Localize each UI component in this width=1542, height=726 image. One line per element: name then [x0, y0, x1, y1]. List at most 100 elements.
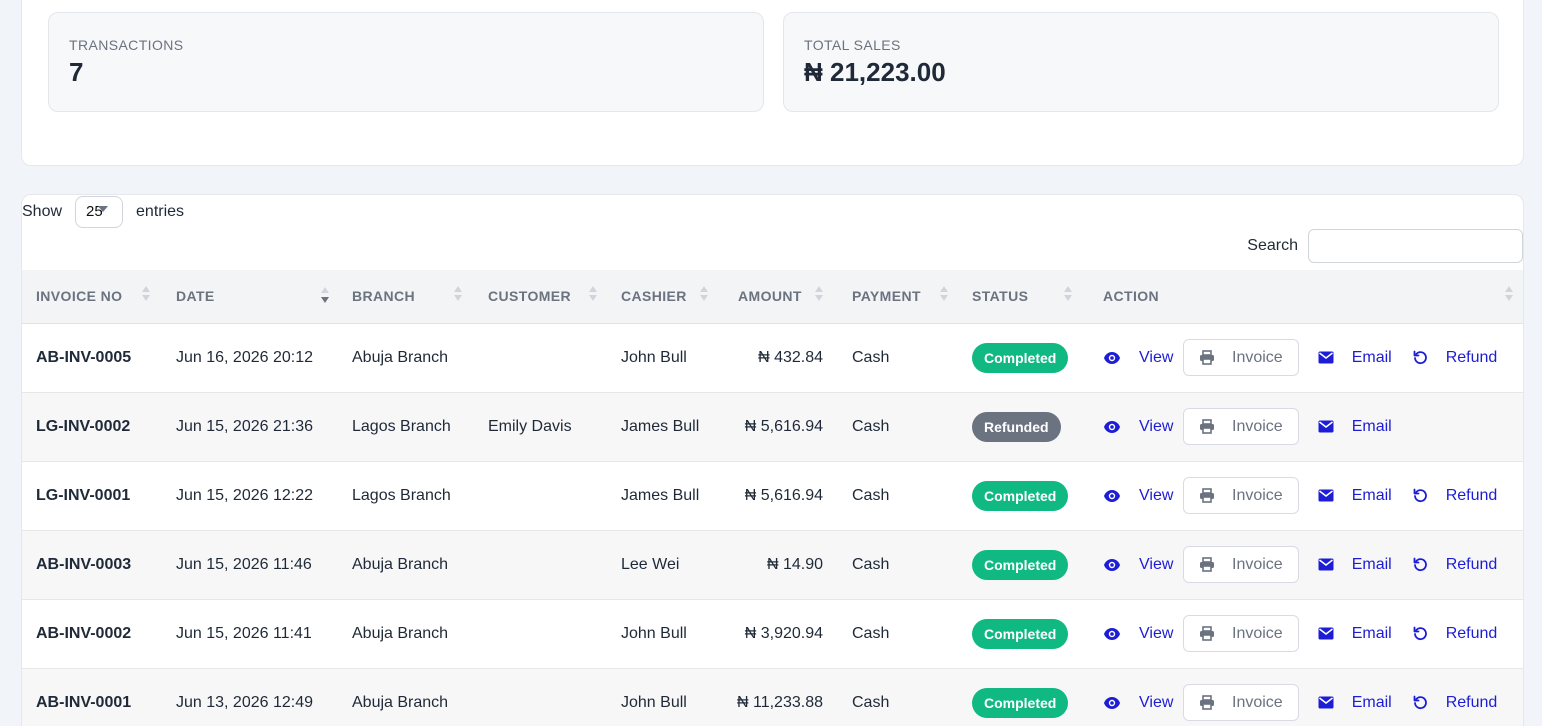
view-link[interactable]: View	[1103, 625, 1183, 643]
envelope-icon	[1318, 351, 1343, 364]
invoice-button[interactable]: Invoice	[1183, 684, 1299, 721]
invoice-button[interactable]: Invoice	[1183, 339, 1299, 376]
column-header[interactable]: STATUS	[958, 270, 1089, 324]
customer-cell	[474, 668, 607, 726]
column-header[interactable]: PAYMENT	[838, 270, 958, 324]
view-link[interactable]: View	[1103, 556, 1183, 574]
invoice-button-label: Invoice	[1232, 693, 1283, 711]
branch-cell: Abuja Branch	[352, 624, 449, 642]
invoice-button[interactable]: Invoice	[1183, 546, 1299, 583]
column-header[interactable]: CASHIER	[607, 270, 724, 324]
view-link[interactable]: View	[1103, 418, 1183, 436]
refund-link[interactable]: Refund	[1413, 556, 1497, 574]
eye-icon	[1103, 489, 1130, 503]
sort-icon	[815, 286, 823, 306]
view-link[interactable]: View	[1103, 487, 1183, 505]
table-row: LG-INV-0002 Jun 15, 2026 21:36 Lagos Branc…	[22, 392, 1523, 461]
cashier-cell: James Bull	[621, 486, 700, 504]
column-header-label: AMOUNT	[738, 288, 802, 305]
action-cell: View Invoice Email Refund	[1089, 668, 1523, 726]
invoice-button-label: Invoice	[1232, 417, 1283, 435]
search-input[interactable]	[1308, 229, 1523, 263]
column-header[interactable]: CUSTOMER	[474, 270, 607, 324]
status-badge: Refunded	[972, 411, 1061, 442]
transactions-table-card: Show 25 entries Search INVOICE NO DATE BRA…	[21, 194, 1524, 726]
invoice-button[interactable]: Invoice	[1183, 615, 1299, 652]
undo-icon	[1413, 626, 1437, 641]
envelope-icon	[1318, 420, 1343, 433]
column-header[interactable]: BRANCH	[338, 270, 474, 324]
email-link[interactable]: Email	[1318, 694, 1413, 712]
status-badge: Completed	[972, 342, 1069, 373]
column-header-label: BRANCH	[352, 288, 416, 305]
invoice-button[interactable]: Invoice	[1183, 477, 1299, 514]
table-row: AB-INV-0003 Jun 15, 2026 11:46 Abuja Branc…	[22, 530, 1523, 599]
envelope-icon	[1318, 489, 1343, 502]
email-link[interactable]: Email	[1318, 487, 1413, 505]
action-cell: View Invoice Email Refund	[1089, 530, 1523, 599]
email-link[interactable]: Email	[1318, 625, 1413, 643]
transactions-value: 7	[69, 57, 84, 87]
refund-link[interactable]: Refund	[1413, 349, 1497, 367]
row-actions: View Invoice Email Refund	[1089, 600, 1523, 668]
undo-icon	[1413, 488, 1437, 503]
action-cell: View Invoice Email Refund	[1089, 461, 1523, 530]
envelope-icon	[1318, 627, 1343, 640]
table-row: AB-INV-0001 Jun 13, 2026 12:49 Abuja Branc…	[22, 668, 1523, 726]
sort-icon	[589, 286, 597, 306]
email-link[interactable]: Email	[1318, 418, 1413, 436]
customer-cell	[474, 461, 607, 530]
column-header[interactable]: ACTION	[1089, 270, 1523, 324]
email-link-label: Email	[1351, 486, 1392, 504]
date-cell: Jun 15, 2026 21:36	[176, 417, 314, 435]
total-sales-stat: TOTAL SALES ₦ 21,223.00	[783, 12, 1499, 112]
refund-link[interactable]: Refund	[1413, 486, 1498, 505]
sort-icon	[940, 286, 948, 306]
row-actions: View Invoice Email Refund	[1089, 531, 1523, 599]
column-header-label: INVOICE NO	[36, 288, 123, 305]
payment-cell: Cash	[852, 417, 890, 435]
show-label: Show	[22, 203, 63, 220]
status-cell: Completed	[958, 323, 1089, 392]
column-header-label: ACTION	[1103, 288, 1160, 305]
view-link-label: View	[1139, 624, 1174, 642]
sort-icon	[142, 286, 150, 306]
column-header[interactable]: DATE	[162, 270, 338, 324]
envelope-icon	[1318, 696, 1343, 709]
cashier-cell: John Bull	[621, 348, 687, 366]
printer-icon	[1199, 695, 1223, 710]
sort-icon	[454, 286, 462, 306]
view-link[interactable]: View	[1103, 694, 1183, 712]
invoice-button[interactable]: Invoice	[1183, 408, 1299, 445]
refund-link[interactable]: Refund	[1413, 694, 1497, 712]
sort-desc-icon	[321, 287, 329, 307]
printer-icon	[1199, 626, 1223, 641]
view-link-label: View	[1139, 693, 1174, 711]
view-link[interactable]: View	[1103, 349, 1183, 367]
entries-length-control: Show 25 entries	[22, 196, 184, 228]
invoice-number-cell: AB-INV-0002	[36, 624, 132, 642]
invoice-number-cell: AB-INV-0003	[36, 555, 132, 573]
view-link-label: View	[1139, 348, 1174, 366]
eye-icon	[1103, 627, 1130, 641]
refund-link[interactable]: Refund	[1413, 625, 1497, 643]
column-header[interactable]: AMOUNT	[724, 270, 838, 324]
status-cell: Completed	[958, 530, 1089, 599]
invoice-number-cell: LG-INV-0002	[36, 417, 131, 435]
row-actions: View Invoice Email Refund	[1089, 462, 1523, 530]
email-link[interactable]: Email	[1318, 556, 1413, 574]
email-link[interactable]: Email	[1318, 349, 1413, 367]
amount-cell: ₦ 14.90	[766, 555, 823, 573]
transactions-label: TRANSACTIONS	[69, 37, 184, 53]
date-cell: Jun 15, 2026 11:41	[176, 624, 312, 642]
total-sales-label: TOTAL SALES	[804, 37, 901, 53]
status-cell: Completed	[958, 599, 1089, 668]
amount-cell: ₦ 5,616.94	[744, 486, 823, 504]
status-cell: Completed	[958, 461, 1089, 530]
search-control: Search	[1247, 229, 1523, 263]
column-header[interactable]: INVOICE NO	[22, 270, 162, 324]
entries-select[interactable]: 25	[75, 196, 124, 228]
refund-link-label: Refund	[1445, 486, 1498, 504]
cashier-cell: John Bull	[621, 624, 687, 642]
invoice-number-cell: LG-INV-0001	[36, 486, 131, 504]
